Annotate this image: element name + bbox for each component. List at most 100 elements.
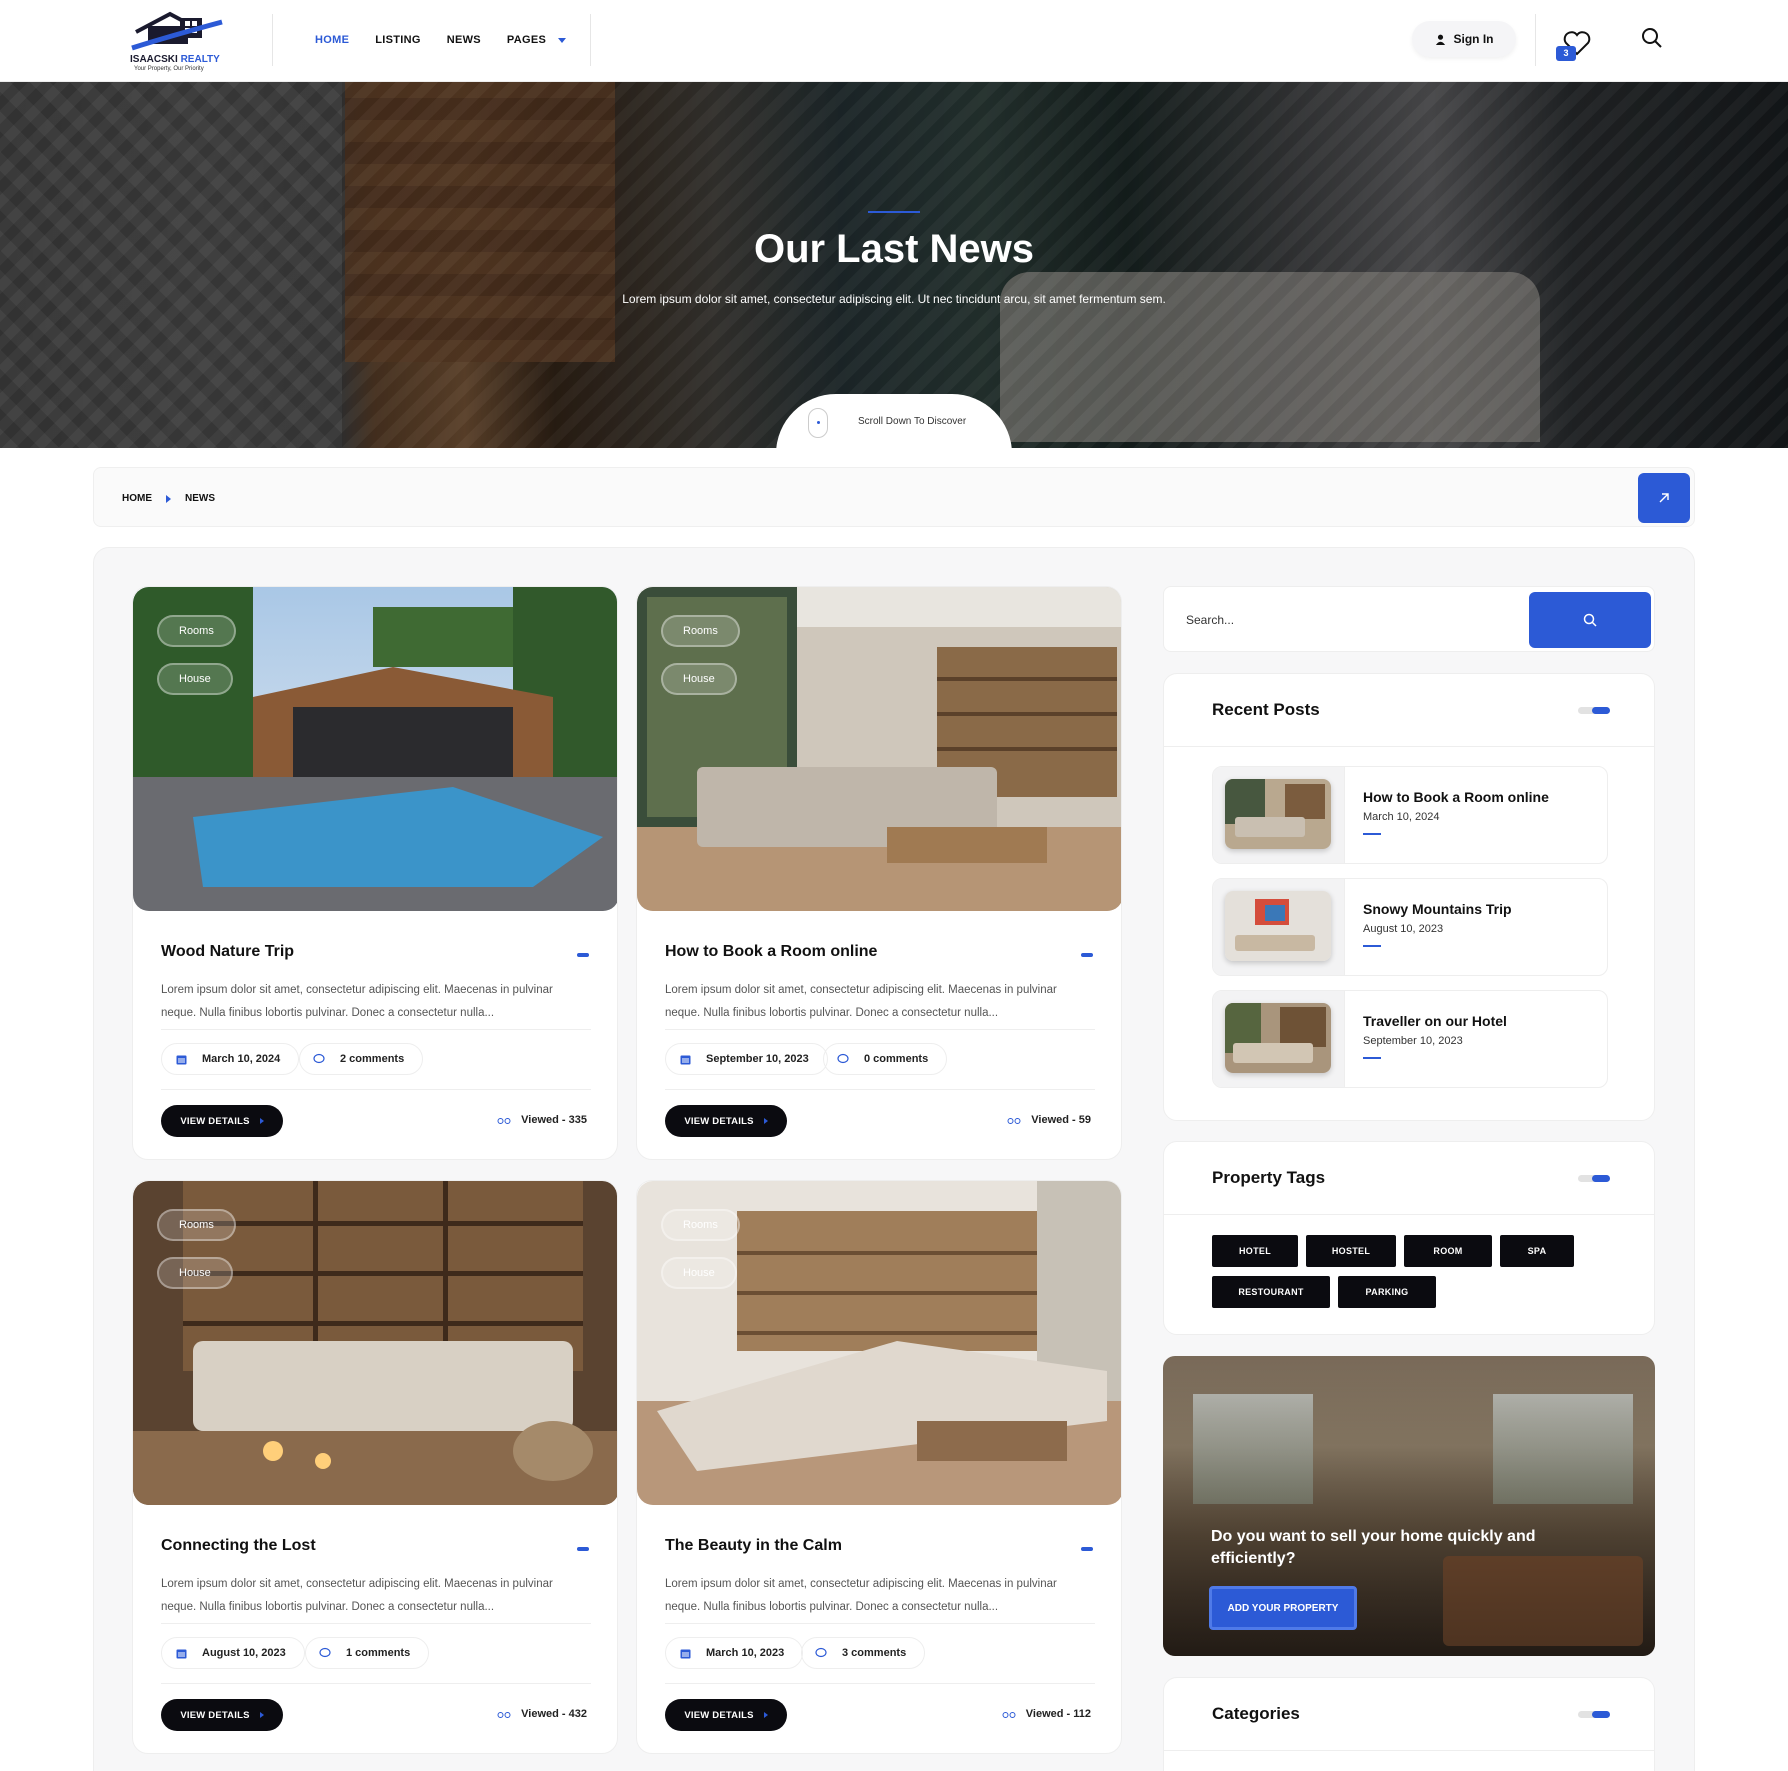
recent-post-item[interactable]: Traveller on our Hotel September 10, 202… bbox=[1212, 990, 1608, 1088]
tag-house[interactable]: House bbox=[661, 663, 737, 695]
divider bbox=[665, 1029, 1095, 1030]
post-title[interactable]: Wood Nature Trip bbox=[161, 943, 294, 961]
nav-home[interactable]: HOME bbox=[315, 34, 349, 46]
post-comments-label: 0 comments bbox=[864, 1053, 929, 1065]
view-count-label: Viewed - 432 bbox=[521, 1708, 587, 1720]
tag-rooms[interactable]: Rooms bbox=[661, 1209, 740, 1241]
nav-news[interactable]: NEWS bbox=[447, 34, 481, 46]
search-input[interactable] bbox=[1170, 593, 1524, 647]
divider bbox=[161, 1683, 591, 1684]
view-details-label: VIEW DETAILS bbox=[684, 1709, 754, 1721]
minus-icon bbox=[1081, 1547, 1093, 1551]
post-date: August 10, 2023 bbox=[161, 1637, 305, 1669]
scroll-down-tab[interactable]: Scroll Down To Discover bbox=[776, 394, 1012, 448]
post-thumb-frame bbox=[1213, 879, 1345, 975]
tag-room[interactable]: ROOM bbox=[1404, 1235, 1492, 1267]
post-thumbnail bbox=[1225, 779, 1331, 849]
comment-icon bbox=[312, 1052, 326, 1066]
calendar-icon bbox=[678, 1052, 692, 1066]
recent-post-title: Snowy Mountains Trip bbox=[1363, 901, 1512, 917]
site-header: ISAACSKI REALTY Your Property, Our Prior… bbox=[0, 0, 1788, 82]
tag-hotel[interactable]: HOTEL bbox=[1212, 1235, 1298, 1267]
post-excerpt: Lorem ipsum dolor sit amet, consectetur … bbox=[161, 1578, 553, 1613]
categories-title: Categories bbox=[1212, 1704, 1300, 1723]
recent-posts-title: Recent Posts bbox=[1212, 700, 1320, 719]
logo-text: ISAACSKI REALTY bbox=[130, 54, 220, 65]
search-icon[interactable] bbox=[1640, 26, 1664, 50]
play-icon bbox=[259, 1712, 264, 1718]
comment-icon bbox=[814, 1646, 828, 1660]
scroll-down-label: Scroll Down To Discover bbox=[858, 416, 967, 427]
view-details-button[interactable]: VIEW DETAILS bbox=[161, 1105, 283, 1137]
view-details-button[interactable]: VIEW DETAILS bbox=[161, 1699, 283, 1731]
nav-listing[interactable]: LISTING bbox=[375, 34, 421, 46]
play-icon bbox=[763, 1712, 768, 1718]
calendar-icon bbox=[174, 1052, 188, 1066]
sign-in-label: Sign In bbox=[1453, 32, 1494, 46]
chevron-right-icon bbox=[166, 494, 171, 503]
tag-rooms[interactable]: Rooms bbox=[661, 615, 740, 647]
post-image[interactable]: Rooms House bbox=[637, 587, 1121, 911]
tag-rooms[interactable]: Rooms bbox=[157, 1209, 236, 1241]
glasses-icon bbox=[1007, 1118, 1021, 1124]
breadcrumb: HOME NEWS bbox=[93, 467, 1695, 527]
post-card: Rooms House Connecting the Lost Lorem ip… bbox=[132, 1180, 618, 1754]
post-comments[interactable]: 0 comments bbox=[823, 1043, 948, 1075]
comment-icon bbox=[318, 1646, 332, 1660]
post-comments[interactable]: 2 comments bbox=[299, 1043, 424, 1075]
post-comments-label: 3 comments bbox=[842, 1647, 907, 1659]
view-count: Viewed - 432 bbox=[497, 1708, 587, 1720]
post-comments-label: 2 comments bbox=[340, 1053, 405, 1065]
toggle-indicator bbox=[1578, 707, 1610, 714]
header-divider bbox=[1535, 14, 1536, 66]
tag-house[interactable]: House bbox=[157, 1257, 233, 1289]
minus-icon bbox=[577, 953, 589, 957]
view-count-label: Viewed - 335 bbox=[521, 1114, 587, 1126]
post-comments[interactable]: 1 comments bbox=[305, 1637, 430, 1669]
post-date: March 10, 2024 bbox=[161, 1043, 300, 1075]
post-title[interactable]: Connecting the Lost bbox=[161, 1537, 316, 1555]
logo[interactable]: ISAACSKI REALTY Your Property, Our Prior… bbox=[130, 8, 230, 74]
wishlist-count-badge: 3 bbox=[1556, 46, 1576, 61]
view-details-label: VIEW DETAILS bbox=[180, 1709, 250, 1721]
tag-hostel[interactable]: HOSTEL bbox=[1306, 1235, 1396, 1267]
tag-restourant[interactable]: RESTOURANT bbox=[1212, 1276, 1330, 1308]
post-image[interactable]: Rooms House bbox=[133, 587, 617, 911]
sidebar-search bbox=[1163, 586, 1655, 652]
recent-post-date: September 10, 2023 bbox=[1363, 1035, 1463, 1047]
toggle-indicator bbox=[1578, 1711, 1610, 1718]
post-excerpt: Lorem ipsum dolor sit amet, consectetur … bbox=[665, 984, 1057, 1019]
tag-parking[interactable]: PARKING bbox=[1338, 1276, 1436, 1308]
divider bbox=[1164, 1214, 1654, 1215]
post-image[interactable]: Rooms House bbox=[133, 1181, 617, 1505]
recent-post-date: August 10, 2023 bbox=[1363, 923, 1444, 935]
recent-post-item[interactable]: How to Book a Room online March 10, 2024 bbox=[1212, 766, 1608, 864]
post-date-label: September 10, 2023 bbox=[706, 1053, 809, 1065]
post-thumbnail bbox=[1225, 891, 1331, 961]
tag-spa[interactable]: SPA bbox=[1500, 1235, 1574, 1267]
tag-rooms[interactable]: Rooms bbox=[157, 615, 236, 647]
post-image[interactable]: Rooms House bbox=[637, 1181, 1121, 1505]
view-details-button[interactable]: VIEW DETAILS bbox=[665, 1699, 787, 1731]
sign-in-button[interactable]: Sign In bbox=[1412, 21, 1516, 57]
divider bbox=[161, 1029, 591, 1030]
post-excerpt: Lorem ipsum dolor sit amet, consectetur … bbox=[161, 984, 553, 1019]
post-comments[interactable]: 3 comments bbox=[801, 1637, 926, 1669]
glasses-icon bbox=[1002, 1712, 1016, 1718]
post-title[interactable]: The Beauty in the Calm bbox=[665, 1537, 842, 1555]
add-property-button[interactable]: ADD YOUR PROPERTY bbox=[1209, 1586, 1357, 1630]
search-button[interactable] bbox=[1529, 592, 1651, 648]
recent-post-item[interactable]: Snowy Mountains Trip August 10, 2023 bbox=[1212, 878, 1608, 976]
breadcrumb-home[interactable]: HOME bbox=[122, 493, 152, 504]
post-title[interactable]: How to Book a Room online bbox=[665, 943, 877, 961]
view-details-button[interactable]: VIEW DETAILS bbox=[665, 1105, 787, 1137]
hero-accent-line bbox=[868, 211, 920, 213]
tag-house[interactable]: House bbox=[661, 1257, 737, 1289]
comment-icon bbox=[836, 1052, 850, 1066]
post-thumb-frame bbox=[1213, 767, 1345, 863]
divider bbox=[1164, 746, 1654, 747]
share-button[interactable] bbox=[1638, 473, 1690, 523]
tag-house[interactable]: House bbox=[157, 663, 233, 695]
property-tags-widget: Property Tags HOTEL HOSTEL ROOM SPA REST… bbox=[1163, 1141, 1655, 1335]
nav-pages[interactable]: PAGES bbox=[507, 34, 567, 46]
